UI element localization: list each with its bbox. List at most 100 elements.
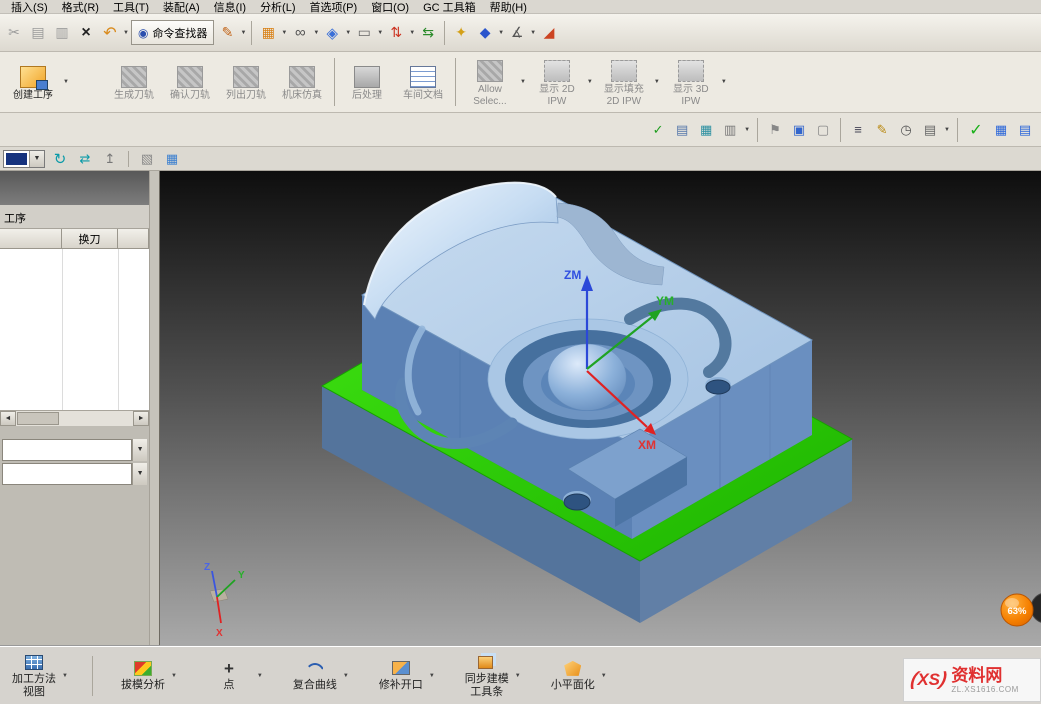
view-cube-dropdown[interactable] bbox=[345, 30, 351, 36]
brush-icon[interactable]: ✎ bbox=[216, 22, 238, 44]
measure-dropdown[interactable] bbox=[530, 30, 536, 36]
layers-icon[interactable]: ▦ bbox=[696, 120, 716, 140]
menu-insert[interactable]: 插入(S) bbox=[4, 0, 55, 15]
copy-icon[interactable]: ▤ bbox=[27, 22, 49, 44]
menu-analysis[interactable]: 分析(L) bbox=[253, 0, 302, 15]
diamond-snap-icon[interactable]: ◆ bbox=[474, 22, 496, 44]
patch-opening-dropdown[interactable] bbox=[429, 673, 435, 679]
show-hide-icon[interactable]: ∞ bbox=[289, 22, 311, 44]
machine-simulation-button[interactable]: 机床仿真 bbox=[275, 63, 329, 101]
create-operation-dropdown[interactable] bbox=[63, 79, 69, 85]
verify-toolpath-button[interactable]: 确认刀轨 bbox=[163, 63, 217, 101]
composite-curve-button[interactable]: 复合曲线 bbox=[289, 659, 341, 691]
undo-icon[interactable]: ↶ bbox=[99, 22, 121, 44]
list-toolpath-button[interactable]: 列出刀轨 bbox=[219, 63, 273, 101]
combo-field[interactable] bbox=[2, 439, 132, 461]
patch-opening-button[interactable]: 修补开口 bbox=[375, 659, 427, 691]
draft-analysis-button[interactable]: 拔模分析 bbox=[117, 659, 169, 691]
menu-tools[interactable]: 工具(T) bbox=[106, 0, 156, 15]
menu-assemblies[interactable]: 装配(A) bbox=[156, 0, 207, 15]
scrollbar-track[interactable] bbox=[16, 411, 133, 426]
grid-icon[interactable]: ▦ bbox=[257, 22, 279, 44]
menu-help[interactable]: 帮助(H) bbox=[483, 0, 534, 15]
brush-dropdown[interactable] bbox=[240, 30, 246, 36]
viewport-canvas[interactable]: ZM YM XM Z Y X bbox=[160, 171, 1041, 646]
navigator-filter-combo-1[interactable] bbox=[2, 439, 147, 461]
orient-view-dropdown[interactable] bbox=[409, 30, 415, 36]
menu-format[interactable]: 格式(R) bbox=[55, 0, 106, 15]
combo-arrow[interactable] bbox=[132, 463, 147, 485]
synchronous-modeling-dropdown[interactable] bbox=[515, 673, 521, 679]
point-dropdown[interactable] bbox=[257, 673, 263, 679]
navigator-tree-area[interactable] bbox=[0, 249, 149, 410]
report-dropdown[interactable] bbox=[944, 127, 950, 133]
combo-arrow[interactable] bbox=[132, 439, 147, 461]
column-header-tool-change[interactable]: 换刀 bbox=[62, 229, 118, 249]
flag-icon[interactable]: ⚑ bbox=[765, 120, 785, 140]
grid-view-icon[interactable]: ▦ bbox=[991, 120, 1011, 140]
shop-documentation-button[interactable]: 车间文档 bbox=[396, 63, 450, 101]
measure-icon[interactable]: ∡ bbox=[506, 22, 528, 44]
show-2d-ipw-button[interactable]: 显示 2DIPW bbox=[528, 57, 586, 106]
point-button[interactable]: + 点 bbox=[203, 659, 255, 691]
show-3d-ipw-dropdown[interactable] bbox=[721, 79, 727, 85]
display-mode-dropdown[interactable] bbox=[377, 30, 383, 36]
show-hide-dropdown[interactable] bbox=[313, 30, 319, 36]
edit-list-icon[interactable]: ✎ bbox=[872, 120, 892, 140]
undo-dropdown[interactable] bbox=[123, 30, 129, 36]
draft-analysis-dropdown[interactable] bbox=[171, 673, 177, 679]
display-mode-icon[interactable]: ▭ bbox=[353, 22, 375, 44]
view-cube-icon[interactable]: ◈ bbox=[321, 22, 343, 44]
scroll-right-button[interactable] bbox=[133, 411, 149, 426]
command-finder[interactable]: ◉ 命令查找器 bbox=[131, 20, 214, 45]
create-operation-button[interactable]: 创建工序 bbox=[4, 63, 62, 101]
swap-icon[interactable]: ⇄ bbox=[75, 149, 95, 169]
menu-window[interactable]: 窗口(O) bbox=[364, 0, 416, 15]
show-2d-ipw-dropdown[interactable] bbox=[587, 79, 593, 85]
swap-view-icon[interactable]: ⇆ bbox=[417, 22, 439, 44]
show-3d-ipw-button[interactable]: 显示 3DIPW bbox=[662, 57, 720, 106]
show-filled-2d-ipw-button[interactable]: 显示填充2D IPW bbox=[595, 57, 653, 106]
combo-field[interactable] bbox=[2, 463, 132, 485]
list-icon[interactable]: ≡ bbox=[848, 120, 868, 140]
snap-dropdown[interactable] bbox=[498, 30, 504, 36]
delete-icon[interactable]: × bbox=[75, 22, 97, 44]
facet-body-dropdown[interactable] bbox=[601, 673, 607, 679]
show-filled-2d-ipw-dropdown[interactable] bbox=[654, 79, 660, 85]
synchronous-modeling-button[interactable]: 同步建模工具条 bbox=[461, 653, 513, 698]
method-view-dropdown[interactable] bbox=[62, 673, 68, 679]
selection-scope-combo[interactable] bbox=[3, 150, 45, 168]
combo-arrow[interactable] bbox=[29, 151, 44, 167]
body-filter-icon[interactable]: ▧ bbox=[137, 149, 157, 169]
orient-view-icon[interactable]: ⇅ bbox=[385, 22, 407, 44]
monitor-icon[interactable]: ▣ bbox=[789, 120, 809, 140]
navigator-filter-combo-2[interactable] bbox=[2, 463, 147, 485]
menu-gc-toolbox[interactable]: GC 工具箱 bbox=[416, 0, 483, 15]
grid-dropdown[interactable] bbox=[281, 30, 287, 36]
scroll-left-button[interactable] bbox=[0, 411, 16, 426]
column-header-name[interactable] bbox=[0, 229, 62, 249]
report-icon[interactable]: ▤ bbox=[920, 120, 940, 140]
allow-select-button[interactable]: AllowSelec... bbox=[461, 57, 519, 106]
paste-icon[interactable]: ▥ bbox=[51, 22, 73, 44]
approve-icon[interactable]: ✓ bbox=[965, 119, 987, 141]
page-icon[interactable]: ▤ bbox=[672, 120, 692, 140]
cut-icon[interactable]: ✂ bbox=[3, 22, 25, 44]
scrollbar-thumb[interactable] bbox=[17, 412, 59, 425]
menu-preferences[interactable]: 首选项(P) bbox=[303, 0, 365, 15]
allow-select-dropdown[interactable] bbox=[520, 79, 526, 85]
sheet-dropdown[interactable] bbox=[744, 127, 750, 133]
composite-curve-dropdown[interactable] bbox=[343, 673, 349, 679]
up-one-level-icon[interactable]: ↥ bbox=[100, 149, 120, 169]
sheet-icon[interactable]: ▥ bbox=[720, 120, 740, 140]
refresh-icon[interactable]: ↻ bbox=[50, 149, 70, 169]
graphics-viewport[interactable]: ZM YM XM Z Y X bbox=[160, 171, 1041, 646]
post-process-button[interactable]: 后处理 bbox=[340, 63, 394, 101]
menu-information[interactable]: 信息(I) bbox=[207, 0, 253, 15]
solid-body-icon[interactable]: ▦ bbox=[162, 149, 182, 169]
table-view-icon[interactable]: ▤ bbox=[1015, 120, 1035, 140]
key-icon[interactable]: ✦ bbox=[450, 22, 472, 44]
generate-toolpath-button[interactable]: 生成刀轨 bbox=[107, 63, 161, 101]
machining-method-view-button[interactable]: 加工方法视图 bbox=[8, 653, 60, 698]
blank-sheet-icon[interactable]: ▢ bbox=[813, 120, 833, 140]
